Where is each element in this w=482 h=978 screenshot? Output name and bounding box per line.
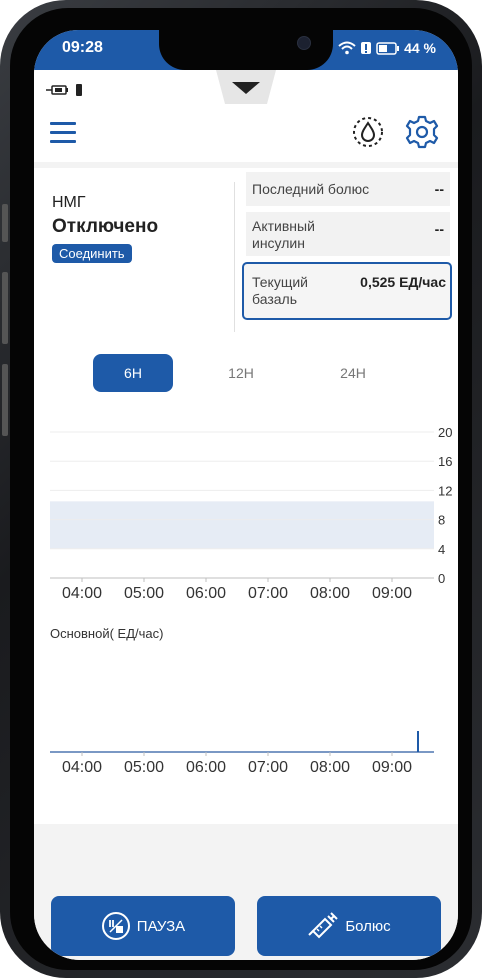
phone-volume-up [2, 272, 8, 344]
camera-icon [297, 36, 311, 50]
y-tick-label: 4 [438, 542, 445, 557]
y-tick-label: 12 [438, 483, 452, 498]
battery-percent: 44 % [404, 40, 436, 56]
y-tick-label: 8 [438, 513, 445, 528]
x-tick-label: 04:00 [62, 759, 102, 776]
glucose-chart: 0 4 8 12 16 20 04:00 05:00 06:00 07:00 08:00 09:00 О… [50, 425, 452, 776]
pause-icon [101, 912, 130, 940]
x-tick-label: 05:00 [124, 759, 164, 776]
x-tick-label: 07:00 [248, 585, 288, 602]
x-tick-label: 06:00 [186, 759, 226, 776]
phone-volume-down [2, 364, 8, 436]
x-tick-label: 08:00 [310, 759, 350, 776]
x-tick-label: 04:00 [62, 585, 102, 602]
pump-icon [46, 84, 86, 99]
chevron-down-icon[interactable] [232, 82, 260, 94]
status-bar: 09:28 44 % [34, 30, 458, 70]
bolus-button[interactable]: Болюс [257, 896, 441, 956]
battery-icon [376, 41, 400, 55]
status-time: 09:28 [62, 39, 103, 56]
alert-icon [361, 42, 372, 54]
gear-icon[interactable] [404, 114, 440, 150]
pause-button[interactable]: ПАУЗА [51, 896, 235, 956]
target-range-band [50, 501, 434, 549]
x-tick-label: 08:00 [310, 585, 350, 602]
screen: 09:28 44 % НМГ Отключено Соединить После… [34, 30, 458, 960]
x-tick-label: 07:00 [248, 759, 288, 776]
x-tick-label: 09:00 [372, 585, 412, 602]
syringe-icon [308, 912, 339, 939]
wifi-icon [338, 41, 356, 55]
phone-side-button [2, 204, 8, 242]
toolbar [34, 106, 458, 162]
y-tick-label: 0 [438, 571, 445, 586]
basal-chart-title: Основной( ЕД/час) [50, 626, 163, 641]
status-icons: 44 % [338, 40, 436, 56]
main-panel: НМГ Отключено Соединить Последний болюс … [34, 168, 458, 824]
action-bar: ПАУЗА Болюс [34, 824, 458, 960]
x-tick-label: 06:00 [186, 585, 226, 602]
bolus-label: Болюс [345, 917, 391, 935]
y-tick-label: 16 [438, 454, 452, 469]
phone-frame: 09:28 44 % НМГ Отключено Соединить После… [0, 0, 482, 978]
x-tick-label: 09:00 [372, 759, 412, 776]
y-tick-label: 20 [438, 425, 452, 440]
camera-notch [159, 30, 333, 70]
x-tick-label: 05:00 [124, 585, 164, 602]
menu-icon[interactable] [50, 122, 76, 144]
pause-label: ПАУЗА [136, 917, 186, 935]
cgm-sensor-icon[interactable] [352, 116, 384, 148]
